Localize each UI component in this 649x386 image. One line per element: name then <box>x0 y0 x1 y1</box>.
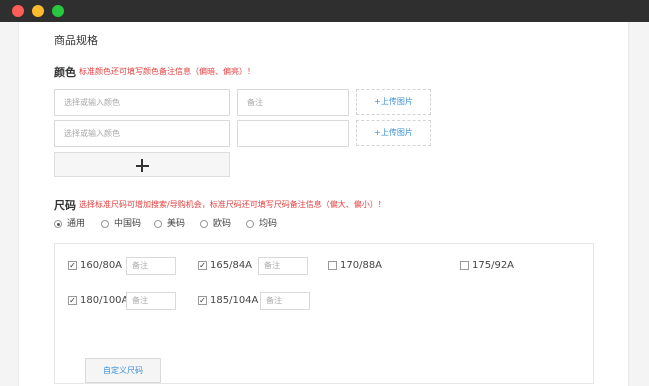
size-checkbox[interactable]: ✓ <box>68 296 77 305</box>
add-color-button[interactable] <box>54 152 230 177</box>
size-option-180-100a: ✓ 180/100A 备注 <box>68 292 178 310</box>
radio-circle <box>200 220 208 228</box>
radio-label: 美码 <box>167 219 186 229</box>
radio-circle-selected <box>54 220 62 228</box>
radio-label: 中国码 <box>114 219 142 229</box>
radio-circle <box>101 220 109 228</box>
size-label: 180/100A <box>80 295 129 306</box>
window-titlebar <box>0 0 649 22</box>
app-window: 商品规格 颜色 标准颜色还可填写颜色备注信息（偏暗、偏亮）！ 选择或输入颜色 备… <box>0 22 649 386</box>
size-section-title: 尺码 <box>54 199 76 212</box>
color-section-title: 颜色 <box>54 66 76 79</box>
color-input[interactable]: 选择或输入颜色 <box>54 89 230 116</box>
size-note-input[interactable]: 备注 <box>126 257 176 275</box>
size-label: 170/88A <box>340 260 383 271</box>
minimize-window-button[interactable] <box>32 5 44 17</box>
size-section-hint: 选择标准尺码可增加搜索/导购机会，标准尺码还可填写尺码备注信息（偏大、偏小）！ <box>79 200 386 209</box>
size-option-165-84a: ✓ 165/84A 备注 <box>198 257 308 275</box>
size-checkbox[interactable]: ✓ <box>68 261 77 270</box>
size-note-input[interactable]: 备注 <box>126 292 176 310</box>
maximize-window-button[interactable] <box>52 5 64 17</box>
radio-label: 通用 <box>67 219 86 229</box>
close-window-button[interactable] <box>12 5 24 17</box>
radio-circle <box>246 220 254 228</box>
size-option-185-104a: ✓ 185/104A 备注 <box>198 292 313 310</box>
size-option-170-88a: 170/88A <box>328 257 408 275</box>
radio-size-standard-us[interactable]: 美码 <box>154 217 194 231</box>
color-input[interactable]: 选择或输入颜色 <box>54 120 230 147</box>
size-option-175-92a: 175/92A <box>460 257 540 275</box>
size-label: 175/92A <box>472 260 515 271</box>
size-note-input[interactable]: 备注 <box>258 257 308 275</box>
color-note-input[interactable] <box>237 120 349 147</box>
product-spec-form: 商品规格 颜色 标准颜色还可填写颜色备注信息（偏暗、偏亮）！ 选择或输入颜色 备… <box>18 22 629 386</box>
radio-size-standard-one-size[interactable]: 均码 <box>246 217 286 231</box>
radio-size-standard-china[interactable]: 中国码 <box>101 217 151 231</box>
radio-circle <box>154 220 162 228</box>
size-label: 160/80A <box>80 260 123 271</box>
radio-label: 欧码 <box>213 219 232 229</box>
color-section-hint: 标准颜色还可填写颜色备注信息（偏暗、偏亮）！ <box>79 67 255 76</box>
size-option-160-80a: ✓ 160/80A 备注 <box>68 257 178 275</box>
size-checkbox[interactable] <box>460 261 469 270</box>
size-checkbox[interactable]: ✓ <box>198 296 207 305</box>
page-title: 商品规格 <box>54 34 98 47</box>
size-checkbox[interactable] <box>328 261 337 270</box>
color-note-input[interactable]: 备注 <box>237 89 349 116</box>
custom-size-button[interactable]: 自定义尺码 <box>85 358 161 383</box>
window-gutter <box>631 22 649 386</box>
size-label: 165/84A <box>210 260 253 271</box>
size-note-input[interactable]: 备注 <box>260 292 310 310</box>
upload-image-button[interactable]: +上传图片 <box>356 120 431 146</box>
radio-size-standard-eu[interactable]: 欧码 <box>200 217 240 231</box>
size-checkbox[interactable]: ✓ <box>198 261 207 270</box>
size-options-panel: ✓ 160/80A 备注 ✓ 165/84A 备注 170/88A 175/92… <box>54 243 594 384</box>
radio-label: 均码 <box>259 219 278 229</box>
upload-image-button[interactable]: +上传图片 <box>356 89 431 115</box>
size-label: 185/104A <box>210 295 259 306</box>
radio-size-standard-general[interactable]: 通用 <box>54 217 94 231</box>
